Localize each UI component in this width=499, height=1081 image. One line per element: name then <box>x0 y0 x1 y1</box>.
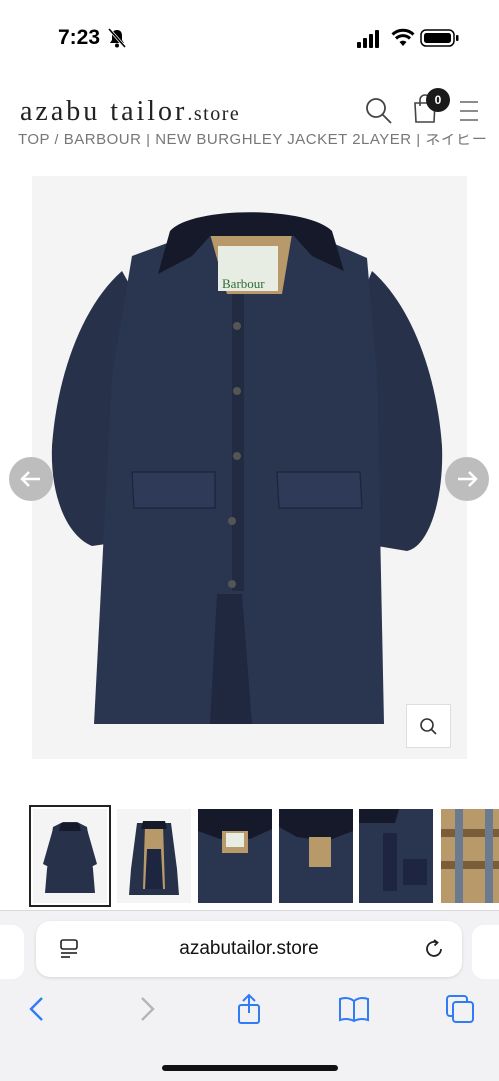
next-tab-preview[interactable] <box>472 925 499 979</box>
thumbnail-image <box>441 809 499 903</box>
tabs-icon[interactable] <box>444 993 476 1025</box>
thumbnail-front[interactable] <box>29 805 111 907</box>
status-bar: 7:23 <box>0 0 499 70</box>
arrow-right-icon <box>458 471 478 487</box>
thumbnail-collar[interactable] <box>198 809 272 903</box>
browser-toolbar: azabutailor.store <box>0 910 499 1081</box>
silent-bell-icon <box>107 28 127 48</box>
brand-label: Barbour <box>222 276 265 291</box>
battery-icon <box>420 29 459 47</box>
next-image-button[interactable] <box>445 457 489 501</box>
thumbnail-image <box>279 809 353 903</box>
cellular-signal-icon <box>357 30 379 48</box>
menu-icon[interactable] <box>458 98 480 124</box>
thumbnail-image <box>198 809 272 903</box>
clock: 7:23 <box>58 26 101 49</box>
previous-tab-preview[interactable] <box>0 925 24 979</box>
site-header: azabu tailor.store 0 <box>0 70 499 142</box>
thumbnail-collar-2[interactable] <box>279 809 353 903</box>
reload-icon[interactable] <box>422 937 446 961</box>
logo-suffix-text: .store <box>187 103 241 125</box>
thumbnail-strip <box>0 805 499 909</box>
logo-main-text: azabu tailor <box>20 96 188 127</box>
url-text: azabutailor.store <box>179 938 319 959</box>
cart-count-badge: 0 <box>426 88 450 112</box>
share-icon[interactable] <box>233 993 265 1025</box>
product-main-image[interactable]: Barbour <box>32 176 467 759</box>
back-icon[interactable] <box>22 993 54 1025</box>
arrow-left-icon <box>20 471 40 487</box>
thumbnail-tartan[interactable] <box>441 809 499 903</box>
wifi-icon <box>391 28 415 46</box>
bookmarks-icon[interactable] <box>338 993 370 1025</box>
thumbnail-open[interactable] <box>117 809 191 903</box>
previous-image-button[interactable] <box>9 457 53 501</box>
thumbnail-image <box>359 809 433 903</box>
thumbnail-image <box>129 821 179 895</box>
thumbnail-image <box>43 822 97 893</box>
zoom-icon <box>420 718 437 735</box>
search-icon[interactable] <box>364 96 394 126</box>
breadcrumb[interactable]: TOP / BARBOUR | NEW BURGHLEY JACKET 2LAY… <box>18 134 488 150</box>
zoom-button[interactable] <box>406 704 451 748</box>
coat-illustration: Barbour <box>51 212 443 724</box>
thumbnail-pocket[interactable] <box>359 809 433 903</box>
site-logo[interactable]: azabu tailor.store <box>20 96 240 128</box>
address-bar[interactable]: azabutailor.store <box>36 921 462 977</box>
home-indicator <box>162 1065 338 1071</box>
forward-icon[interactable] <box>130 993 162 1025</box>
